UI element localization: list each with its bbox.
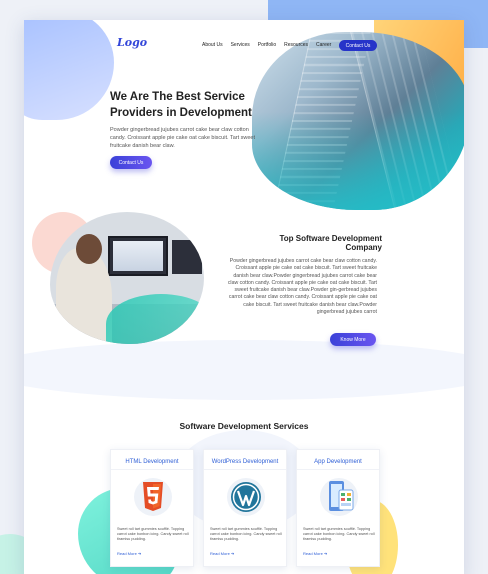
hero-contact-button[interactable]: Contact Us: [110, 156, 152, 169]
service-card-title: WordPress Development: [211, 459, 279, 465]
service-card-title: App Development: [314, 459, 362, 465]
about-description: Powder gingerbread jujubes carrot cake b…: [227, 258, 377, 316]
hero-building-image: [252, 32, 464, 210]
page-mockup: Logo About Us Services Portfolio Resourc…: [24, 20, 464, 574]
nav-contact-button[interactable]: Contact Us: [339, 40, 377, 51]
about-title: Top Software Development Company: [279, 234, 382, 252]
hero-decor-blob: [24, 20, 114, 120]
main-nav: About Us Services Portfolio Resources Ca…: [202, 42, 331, 48]
nav-item-services[interactable]: Services: [231, 42, 250, 48]
service-card-description: Sweet roll tart gummies soufflé. Topping…: [117, 527, 189, 542]
hero-title: We Are The Best Service Providers in Dev…: [110, 91, 252, 119]
about-office-image: [50, 212, 204, 344]
nav-item-portfolio[interactable]: Portfolio: [258, 42, 276, 48]
logo[interactable]: Logo: [117, 36, 147, 49]
card-divider: [297, 469, 379, 470]
service-card-title: HTML Development: [125, 459, 179, 465]
know-more-button[interactable]: Know More: [330, 333, 376, 346]
nav-item-resources[interactable]: Resources: [284, 42, 308, 48]
hero-description: Powder gingerbread jujubes carrot cake b…: [110, 127, 256, 149]
service-card-wordpress: WordPress Development Sweet roll tart gu…: [203, 449, 287, 567]
service-card-app: App Development Sweet roll tart gummies …: [296, 449, 380, 567]
section-wave: [24, 340, 464, 400]
nav-item-career[interactable]: Career: [316, 42, 331, 48]
read-more-link[interactable]: Read More ➔: [210, 551, 234, 556]
html5-icon: [134, 478, 172, 516]
card-divider: [204, 469, 286, 470]
service-card-description: Sweet roll tart gummies soufflé. Topping…: [210, 527, 282, 542]
service-card-description: Sweet roll tart gummies soufflé. Topping…: [303, 527, 375, 542]
nav-item-about-us[interactable]: About Us: [202, 42, 223, 48]
read-more-link[interactable]: Read More ➔: [303, 551, 327, 556]
service-card-html: HTML Development Sweet roll tart gummies…: [110, 449, 194, 567]
wordpress-icon: [227, 478, 265, 516]
mobile-app-icon: [320, 478, 358, 516]
read-more-link[interactable]: Read More ➔: [117, 551, 141, 556]
card-divider: [111, 469, 193, 470]
